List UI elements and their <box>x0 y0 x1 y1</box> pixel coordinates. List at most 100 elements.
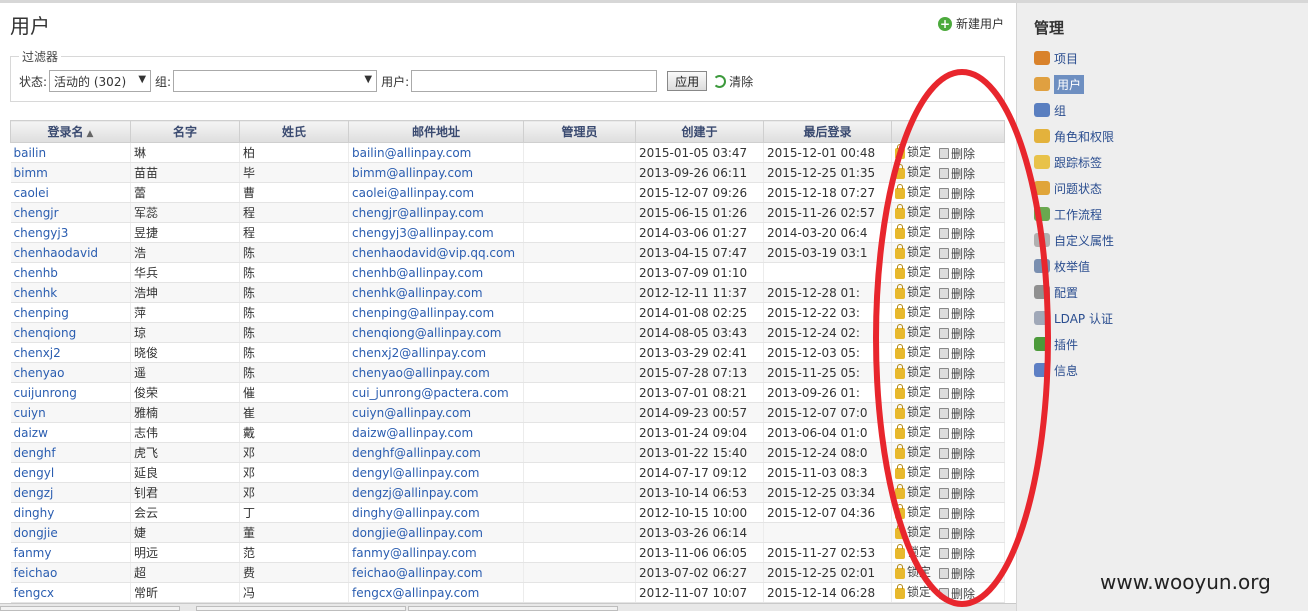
user-email-link[interactable]: dinghy@allinpay.com <box>352 506 480 520</box>
user-login-link[interactable]: chenhb <box>14 266 58 280</box>
user-email-link[interactable]: denghf@allinpay.com <box>352 446 481 460</box>
delete-user-button[interactable]: 删除 <box>939 465 975 482</box>
user-login-link[interactable]: cuijunrong <box>14 386 77 400</box>
user-login-link[interactable]: caolei <box>14 186 49 200</box>
user-login-link[interactable]: chenhaodavid <box>14 246 99 260</box>
lock-user-button[interactable]: 锁定 <box>895 323 931 340</box>
user-email-link[interactable]: cuiyn@allinpay.com <box>352 406 471 420</box>
sidebar-item-enumerations[interactable]: 枚举值 <box>1034 253 1294 279</box>
lock-user-button[interactable]: 锁定 <box>895 263 931 280</box>
user-email-link[interactable]: chenxj2@allinpay.com <box>352 346 486 360</box>
user-email-link[interactable]: chenping@allinpay.com <box>352 306 494 320</box>
user-login-link[interactable]: chengjr <box>14 206 59 220</box>
sidebar-item-custom-fields[interactable]: 自定义属性 <box>1034 227 1294 253</box>
lock-user-button[interactable]: 锁定 <box>895 503 931 520</box>
lock-user-button[interactable]: 锁定 <box>895 163 931 180</box>
apply-button[interactable]: 应用 <box>667 71 708 91</box>
delete-user-button[interactable]: 删除 <box>939 185 975 202</box>
user-login-link[interactable]: denghf <box>14 446 56 460</box>
user-login-link[interactable]: dengyl <box>14 466 55 480</box>
column-header-email[interactable]: 邮件地址 <box>348 120 524 143</box>
lock-user-button[interactable]: 锁定 <box>895 283 931 300</box>
user-email-link[interactable]: fanmy@allinpay.com <box>352 546 477 560</box>
user-login-link[interactable]: fanmy <box>14 546 52 560</box>
delete-user-button[interactable]: 删除 <box>939 225 975 242</box>
user-login-link[interactable]: chenhk <box>14 286 58 300</box>
user-email-link[interactable]: chenhaodavid@vip.qq.com <box>352 246 515 260</box>
column-header-admin[interactable]: 管理员 <box>523 120 636 143</box>
lock-user-button[interactable]: 锁定 <box>895 463 931 480</box>
delete-user-button[interactable]: 删除 <box>939 145 975 162</box>
lock-user-button[interactable]: 锁定 <box>895 483 931 500</box>
user-login-link[interactable]: dinghy <box>14 506 55 520</box>
lock-user-button[interactable]: 锁定 <box>895 583 931 600</box>
delete-user-button[interactable]: 删除 <box>939 545 975 562</box>
sidebar-item-info[interactable]: 信息 <box>1034 357 1294 383</box>
user-login-link[interactable]: fengcx <box>14 586 55 600</box>
user-email-link[interactable]: chenhk@allinpay.com <box>352 286 483 300</box>
sidebar-item-tracker[interactable]: 跟踪标签 <box>1034 149 1294 175</box>
lock-user-button[interactable]: 锁定 <box>895 563 931 580</box>
column-header-lastname[interactable]: 姓氏 <box>239 120 349 143</box>
user-login-link[interactable]: bimm <box>14 166 48 180</box>
delete-user-button[interactable]: 删除 <box>939 385 975 402</box>
user-login-link[interactable]: feichao <box>14 566 58 580</box>
new-user-link[interactable]: + 新建用户 <box>938 15 1004 32</box>
delete-user-button[interactable]: 删除 <box>939 565 975 582</box>
delete-user-button[interactable]: 删除 <box>939 245 975 262</box>
delete-user-button[interactable]: 删除 <box>939 305 975 322</box>
user-email-link[interactable]: chenyao@allinpay.com <box>352 366 490 380</box>
lock-user-button[interactable]: 锁定 <box>895 183 931 200</box>
user-login-link[interactable]: dengzj <box>14 486 54 500</box>
user-login-link[interactable]: chenxj2 <box>14 346 61 360</box>
sidebar-item-issue-status[interactable]: 问题状态 <box>1034 175 1294 201</box>
user-email-link[interactable]: fengcx@allinpay.com <box>352 586 479 600</box>
user-email-link[interactable]: bailin@allinpay.com <box>352 146 471 160</box>
lock-user-button[interactable]: 锁定 <box>895 443 931 460</box>
user-email-link[interactable]: feichao@allinpay.com <box>352 566 483 580</box>
user-email-link[interactable]: dengyl@allinpay.com <box>352 466 479 480</box>
user-login-link[interactable]: chenqiong <box>14 326 77 340</box>
user-email-link[interactable]: bimm@allinpay.com <box>352 166 473 180</box>
sidebar-item-projects[interactable]: 项目 <box>1034 45 1294 71</box>
user-email-link[interactable]: chengyj3@allinpay.com <box>352 226 494 240</box>
delete-user-button[interactable]: 删除 <box>939 525 975 542</box>
sidebar-item-user[interactable]: 用户 <box>1034 71 1294 97</box>
lock-user-button[interactable]: 锁定 <box>895 143 931 160</box>
user-login-link[interactable]: dongjie <box>14 526 58 540</box>
sidebar-item-workflow[interactable]: 工作流程 <box>1034 201 1294 227</box>
group-select[interactable]: ▼ <box>173 70 378 92</box>
lock-user-button[interactable]: 锁定 <box>895 363 931 380</box>
user-email-link[interactable]: caolei@allinpay.com <box>352 186 474 200</box>
sidebar-item-settings[interactable]: 配置 <box>1034 279 1294 305</box>
delete-user-button[interactable]: 删除 <box>939 585 975 602</box>
clear-link[interactable]: 清除 <box>713 73 753 90</box>
lock-user-button[interactable]: 锁定 <box>895 303 931 320</box>
sidebar-item-roles[interactable]: 角色和权限 <box>1034 123 1294 149</box>
user-email-link[interactable]: cui_junrong@pactera.com <box>352 386 509 400</box>
delete-user-button[interactable]: 删除 <box>939 505 975 522</box>
sidebar-item-plugin[interactable]: 插件 <box>1034 331 1294 357</box>
delete-user-button[interactable]: 删除 <box>939 445 975 462</box>
lock-user-button[interactable]: 锁定 <box>895 543 931 560</box>
user-input[interactable] <box>411 70 658 92</box>
lock-user-button[interactable]: 锁定 <box>895 403 931 420</box>
delete-user-button[interactable]: 删除 <box>939 165 975 182</box>
user-email-link[interactable]: daizw@allinpay.com <box>352 426 473 440</box>
delete-user-button[interactable]: 删除 <box>939 425 975 442</box>
lock-user-button[interactable]: 锁定 <box>895 523 931 540</box>
delete-user-button[interactable]: 删除 <box>939 345 975 362</box>
sidebar-item-ldap[interactable]: LDAP 认证 <box>1034 305 1294 331</box>
delete-user-button[interactable]: 删除 <box>939 365 975 382</box>
delete-user-button[interactable]: 删除 <box>939 325 975 342</box>
user-login-link[interactable]: bailin <box>14 146 47 160</box>
user-email-link[interactable]: chenqiong@allinpay.com <box>352 326 501 340</box>
column-header-firstname[interactable]: 名字 <box>130 120 240 143</box>
lock-user-button[interactable]: 锁定 <box>895 223 931 240</box>
sidebar-item-group[interactable]: 组 <box>1034 97 1294 123</box>
horizontal-scrollbar[interactable] <box>0 603 1016 611</box>
user-email-link[interactable]: chenhb@allinpay.com <box>352 266 483 280</box>
user-email-link[interactable]: chengjr@allinpay.com <box>352 206 484 220</box>
user-login-link[interactable]: daizw <box>14 426 48 440</box>
delete-user-button[interactable]: 删除 <box>939 265 975 282</box>
